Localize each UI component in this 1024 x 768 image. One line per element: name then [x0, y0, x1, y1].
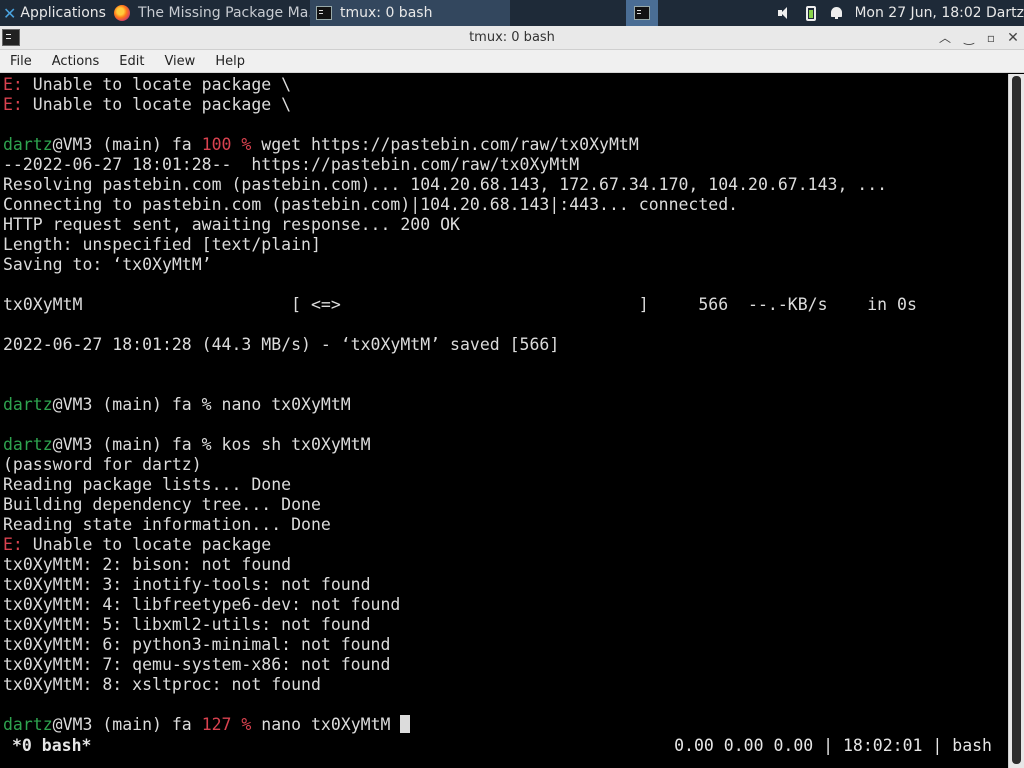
prompt-line: dartz@VM3 (main) fa % kos sh tx0XyMtM: [3, 435, 371, 455]
close-button[interactable]: ✕: [1004, 29, 1022, 47]
menu-help[interactable]: Help: [205, 54, 255, 69]
scrollbar-thumb[interactable]: [1012, 76, 1021, 764]
terminal-output[interactable]: E: Unable to locate package \ E: Unable …: [0, 74, 1008, 768]
firefox-icon: [114, 5, 130, 21]
clock[interactable]: Mon 27 Jun, 18:02: [856, 0, 980, 26]
volume-icon[interactable]: [777, 6, 793, 20]
xfce-logo-icon: ✕: [3, 3, 17, 23]
taskbar-browser-label: The Missing Package Ma...: [138, 5, 310, 21]
menu-edit[interactable]: Edit: [109, 54, 154, 69]
line-text: Unable to locate package \: [22, 95, 292, 114]
prompt-command: wget https://pastebin.com/raw/tx0XyMtM: [251, 135, 639, 154]
prompt-exit-code: 127 %: [201, 715, 252, 734]
tmux-status-bar: *0 bash* 0.00 0.00 0.00 | 18:02:01 | bas…: [0, 734, 1008, 758]
prompt-line: dartz@VM3 (main) fa 100 % wget https://p…: [3, 135, 639, 155]
prompt-host: @VM3 (main) fa: [52, 135, 202, 154]
prompt-command: @VM3 (main) fa % kos sh tx0XyMtM: [52, 435, 371, 454]
terminal-line: (password for dartz): [3, 455, 202, 474]
terminal-scrollbar[interactable]: [1008, 74, 1024, 768]
terminal-line: HTTP request sent, awaiting response... …: [3, 215, 460, 234]
text-cursor: [400, 715, 411, 733]
notification-bell-icon[interactable]: [830, 6, 843, 20]
minimize-button[interactable]: ‿: [960, 29, 978, 47]
terminal-line: tx0XyMtM: 6: python3-minimal: not found: [3, 635, 391, 654]
terminal-line: tx0XyMtM: 8: xsltproc: not found: [3, 675, 321, 694]
tmux-window-list[interactable]: *0 bash*: [12, 736, 91, 755]
taskbar-item-browser[interactable]: The Missing Package Ma...: [108, 0, 310, 26]
terminal-line: Reading package lists... Done: [3, 475, 292, 494]
menu-view[interactable]: View: [154, 54, 205, 69]
terminal-line: tx0XyMtM: 3: inotify-tools: not found: [3, 575, 371, 594]
terminal-launcher-icon: [634, 6, 650, 20]
terminal-line: 2022-06-27 18:01:28 (44.3 MB/s) - ‘tx0Xy…: [3, 335, 560, 354]
applications-menu[interactable]: ✕ Applications: [0, 0, 108, 26]
terminal-line: Resolving pastebin.com (pastebin.com)...…: [3, 175, 888, 194]
maximize-button[interactable]: ▫: [982, 29, 1000, 47]
prompt-user: dartz: [3, 435, 53, 454]
prompt-user: dartz: [3, 715, 53, 734]
terminal-line: E: Unable to locate package: [3, 535, 271, 555]
terminal-icon: [316, 6, 332, 20]
user-menu[interactable]: Dartz: [982, 0, 1024, 26]
terminal-line: Building dependency tree... Done: [3, 495, 321, 514]
terminal-line: Connecting to pastebin.com (pastebin.com…: [3, 195, 739, 214]
terminal-line: Saving to: ‘tx0XyMtM’: [3, 255, 212, 274]
error-prefix: E:: [3, 535, 23, 554]
battery-icon[interactable]: [806, 5, 817, 21]
terminal-line: E: Unable to locate package \: [3, 75, 291, 95]
applications-label: Applications: [20, 5, 106, 21]
terminal-launcher[interactable]: [626, 0, 658, 26]
terminal-line: tx0XyMtM: 4: libfreetype6-dev: not found: [3, 595, 401, 614]
prompt-command: nano tx0XyMtM: [251, 715, 401, 734]
prompt-line: dartz@VM3 (main) fa % nano tx0XyMtM: [3, 395, 351, 415]
terminal-line: Length: unspecified [text/plain]: [3, 235, 321, 254]
line-text: Unable to locate package \: [22, 75, 292, 94]
system-tray: [770, 0, 850, 26]
tmux-status-right: 0.00 0.00 0.00 | 18:02:01 | bash: [674, 736, 992, 755]
menu-actions[interactable]: Actions: [42, 54, 110, 69]
terminal-line: Reading state information... Done: [3, 515, 331, 534]
top-panel: ✕ Applications The Missing Package Ma...…: [0, 0, 1024, 26]
window-title: tmux: 0 bash: [469, 30, 555, 45]
prompt-host: @VM3 (main) fa: [52, 715, 202, 734]
taskbar-terminal-label: tmux: 0 bash: [340, 5, 433, 21]
terminal-line: tx0XyMtM: 5: libxml2-utils: not found: [3, 615, 371, 634]
prompt-user: dartz: [3, 135, 53, 154]
menu-file[interactable]: File: [0, 54, 42, 69]
terminal-line: --2022-06-27 18:01:28-- https://pastebin…: [3, 155, 580, 174]
prompt-exit-code: 100 %: [201, 135, 252, 154]
error-prefix: E:: [3, 75, 23, 94]
prompt-command: @VM3 (main) fa % nano tx0XyMtM: [52, 395, 351, 414]
taskbar-item-terminal[interactable]: tmux: 0 bash: [310, 0, 510, 26]
terminal-line: tx0XyMtM: 2: bison: not found: [3, 555, 292, 574]
terminal-line: E: Unable to locate package \: [3, 95, 291, 115]
line-text: Unable to locate package: [22, 535, 272, 554]
menu-bar: File Actions Edit View Help: [0, 50, 1024, 73]
prompt-user: dartz: [3, 395, 53, 414]
error-prefix: E:: [3, 95, 23, 114]
prompt-line[interactable]: dartz@VM3 (main) fa 127 % nano tx0XyMtM: [3, 715, 411, 735]
shade-button[interactable]: ︿: [936, 29, 954, 47]
window-titlebar[interactable]: tmux: 0 bash ︿ ‿ ▫ ✕: [0, 26, 1024, 50]
progress-line: tx0XyMtM [ <=> ] 566 --.-KB/s in 0s: [3, 295, 917, 314]
terminal-line: tx0XyMtM: 7: qemu-system-x86: not found: [3, 655, 391, 674]
